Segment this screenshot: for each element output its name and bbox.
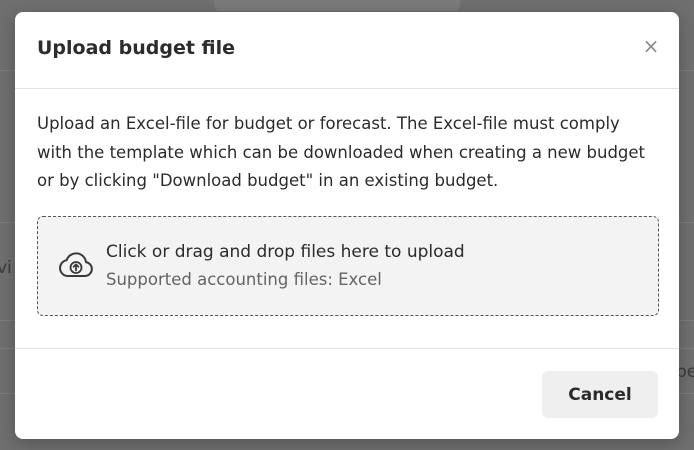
upload-budget-dialog: Upload budget file × Upload an Excel-fil…: [15, 12, 679, 439]
cloud-upload-icon: [59, 252, 93, 277]
close-icon[interactable]: ×: [641, 36, 661, 56]
dropzone-subtitle: Supported accounting files: Excel: [106, 270, 382, 289]
file-dropzone[interactable]: Click or drag and drop files here to upl…: [37, 216, 659, 316]
cancel-button[interactable]: Cancel: [542, 371, 658, 418]
dialog-body: Upload an Excel-file for budget or forec…: [37, 110, 659, 316]
background-tab: [214, 0, 460, 11]
dialog-header: Upload budget file ×: [15, 12, 679, 89]
dialog-title: Upload budget file: [37, 37, 236, 59]
dropzone-title: Click or drag and drop files here to upl…: [106, 242, 465, 262]
background-text-left: vi: [0, 258, 12, 278]
dialog-description: Upload an Excel-file for budget or forec…: [37, 114, 646, 190]
dialog-footer: Cancel: [15, 348, 679, 439]
